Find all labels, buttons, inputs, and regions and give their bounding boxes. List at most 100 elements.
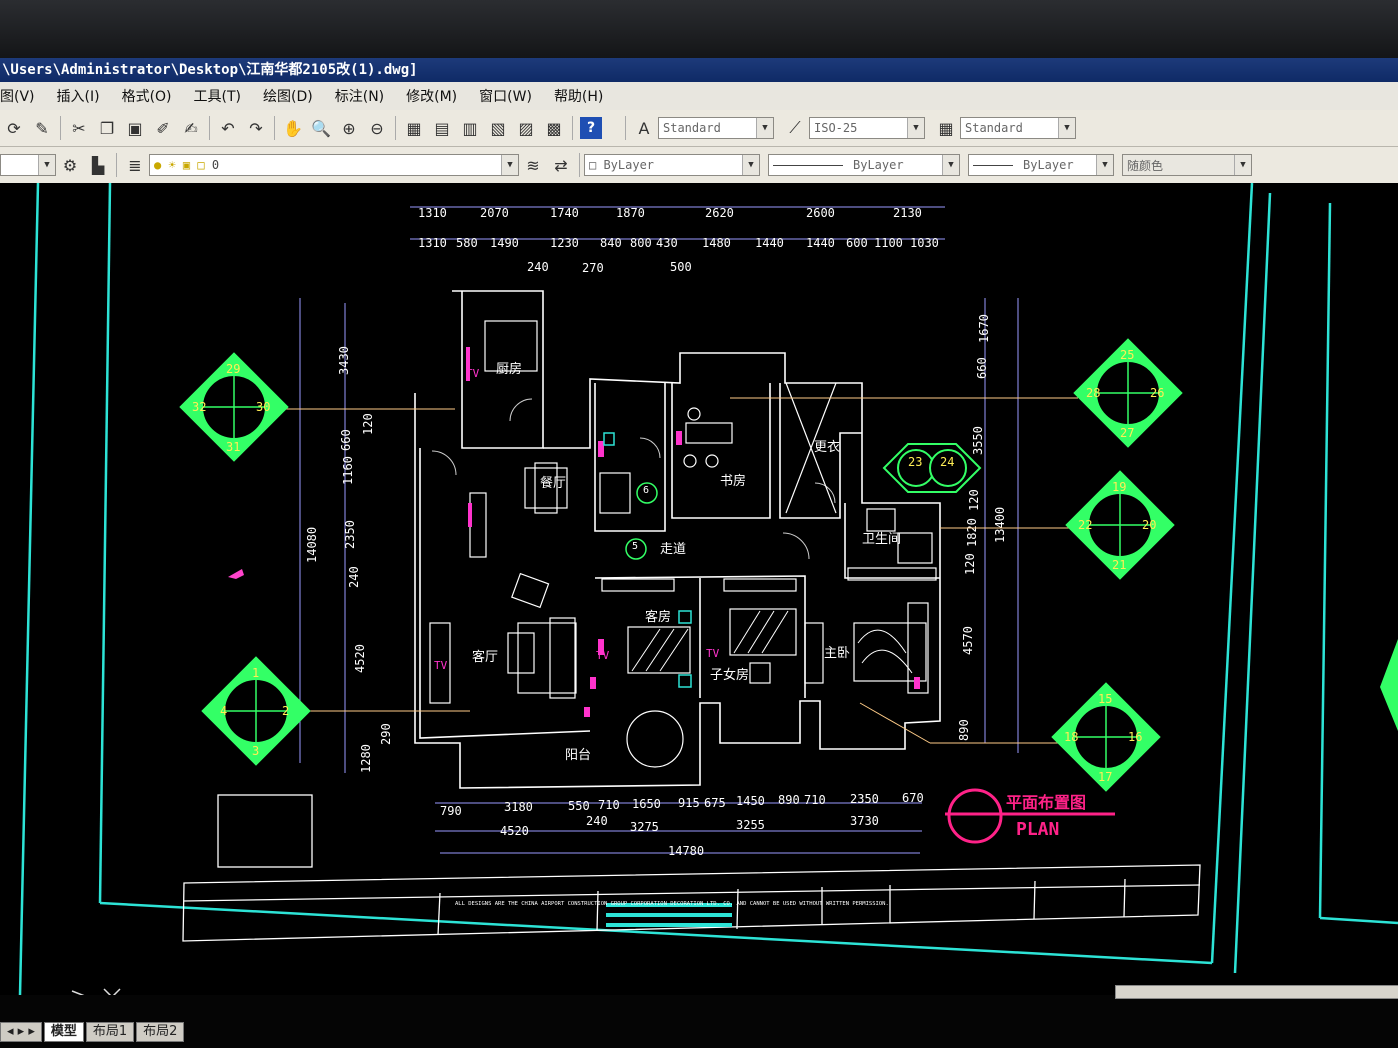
layer-previous-icon[interactable]: ▙ — [87, 154, 109, 176]
zoom-realtime-icon[interactable]: 🔍 — [310, 117, 332, 139]
color-select[interactable]: □ ByLayer ▼ — [584, 154, 760, 176]
dim-text: 2130 — [893, 206, 922, 220]
linetype-select[interactable]: ByLayer ▼ — [768, 154, 960, 176]
dim-text: 240 — [347, 566, 361, 588]
copy-icon[interactable]: ❐ — [96, 117, 118, 139]
status-area — [0, 995, 1398, 1048]
dim-text: 4520 — [353, 644, 367, 673]
dim-text: 1280 — [359, 744, 373, 773]
layer-previous2-icon[interactable]: ⇄ — [550, 154, 572, 176]
menu-bar: 图(V) 插入(I) 格式(O) 工具(T) 绘图(D) 标注(N) 修改(M)… — [0, 82, 1398, 110]
dim-text: 800 — [630, 236, 652, 250]
table-style-select[interactable]: Standard ▼ — [960, 117, 1076, 139]
layer-select[interactable]: ● ☀ ▣ □ 0 ▼ — [149, 154, 519, 176]
tv-label: TV — [434, 659, 448, 672]
dim-text: 2350 — [850, 792, 879, 806]
svg-text:29: 29 — [226, 362, 240, 376]
horizontal-scrollbar[interactable] — [1115, 985, 1398, 999]
publish-icon[interactable]: ⟳ — [3, 117, 25, 139]
table-style-icon: ▦ — [938, 118, 954, 138]
dim-text: 550 — [568, 799, 590, 813]
menu-format[interactable]: 格式(O) — [122, 86, 172, 106]
menu-window[interactable]: 窗口(W) — [479, 86, 532, 106]
zoom-window-icon[interactable]: ⊕ — [338, 117, 360, 139]
dim-text: 710 — [598, 798, 620, 812]
dim-text: 3255 — [736, 818, 765, 832]
tool-palettes-icon[interactable]: ▥ — [459, 117, 481, 139]
undo-icon[interactable]: ↶ — [217, 117, 239, 139]
svg-text:17: 17 — [1098, 770, 1112, 784]
dim-text: 790 — [440, 804, 462, 818]
menu-dimension[interactable]: 标注(N) — [335, 86, 384, 106]
layout-tabs: ◂ ▸ ▸ 模型 布局1 布局2 — [0, 1018, 186, 1042]
plotstyle-select[interactable]: 随颜色 ▼ — [1122, 154, 1252, 176]
design-center-icon[interactable]: ▤ — [431, 117, 453, 139]
dim-text: 3550 — [971, 426, 985, 455]
workspace-select[interactable]: ▼ — [0, 154, 56, 176]
dim-text: 1030 — [910, 236, 939, 250]
tab-model[interactable]: 模型 — [43, 1022, 84, 1042]
elevation-marker: 15 18 16 17 — [1051, 682, 1161, 792]
tab-nav-arrows[interactable]: ◂ ▸ ▸ — [0, 1022, 42, 1042]
dim-text: 2070 — [480, 206, 509, 220]
svg-text:26: 26 — [1150, 386, 1164, 400]
pan-icon[interactable]: ✋ — [282, 117, 304, 139]
dim-text: 4520 — [500, 824, 529, 838]
elevation-marker-partial — [1380, 639, 1398, 731]
key-plan-frame — [217, 794, 313, 868]
markup-icon[interactable]: ▨ — [515, 117, 537, 139]
layer-manager-icon[interactable]: ≣ — [124, 154, 146, 176]
redo-icon[interactable]: ↷ — [245, 117, 267, 139]
north-symbol — [228, 569, 244, 579]
match-properties-icon[interactable]: ✐ — [152, 117, 174, 139]
floor-plan-drawing: ALL DESIGNS ARE THE CHINA AIRPORT CONSTR… — [0, 182, 1398, 1006]
tab-layout1[interactable]: 布局1 — [85, 1022, 135, 1042]
svg-text:19: 19 — [1112, 480, 1126, 494]
tv-label: TV — [706, 647, 720, 660]
menu-tools[interactable]: 工具(T) — [194, 86, 241, 106]
dim-style-select[interactable]: ISO-25 ▼ — [809, 117, 925, 139]
plan-title-cn: 平面布置图 — [1006, 793, 1086, 812]
dim-text: 120 — [963, 553, 977, 575]
menu-view[interactable]: 图(V) — [0, 86, 35, 106]
monitor-bezel — [0, 0, 1398, 58]
elevation-marker: 23 24 — [882, 443, 982, 493]
titleblock-note: ALL DESIGNS ARE THE CHINA AIRPORT CONSTR… — [455, 901, 889, 907]
paste-icon[interactable]: ▣ — [124, 117, 146, 139]
dim-text: 3430 — [337, 346, 351, 375]
properties-icon[interactable]: ▦ — [403, 117, 425, 139]
make-current-icon[interactable]: ≋ — [522, 154, 544, 176]
help-icon[interactable]: ? — [580, 117, 602, 139]
dim-text: 290 — [379, 723, 393, 745]
dim-text: 14780 — [668, 844, 704, 858]
menu-insert[interactable]: 插入(I) — [57, 86, 100, 106]
cut-icon[interactable]: ✂ — [68, 117, 90, 139]
dim-text: 1650 — [632, 797, 661, 811]
layer-state-icon[interactable]: ⚙ — [59, 154, 81, 176]
menu-help[interactable]: 帮助(H) — [554, 86, 603, 106]
plot-preview-icon[interactable]: ✎ — [31, 117, 53, 139]
dim-text: 240 — [527, 260, 549, 274]
drawing-canvas[interactable]: ALL DESIGNS ARE THE CHINA AIRPORT CONSTR… — [0, 182, 1398, 1006]
svg-text:16: 16 — [1128, 730, 1142, 744]
layers-toolbar: ▼ ⚙ ▙ ≣ ● ☀ ▣ □ 0 ▼ ≋ ⇄ □ ByLayer ▼ ByLaye… — [0, 147, 1398, 184]
dim-text: 13400 — [993, 507, 1007, 543]
zoom-previous-icon[interactable]: ⊖ — [366, 117, 388, 139]
window-title: \Users\Administrator\Desktop\江南华都2105改(1… — [0, 58, 1398, 82]
menu-draw[interactable]: 绘图(D) — [263, 86, 313, 106]
tab-layout2[interactable]: 布局2 — [136, 1022, 185, 1042]
calculator-icon[interactable]: ▩ — [543, 117, 565, 139]
text-style-select[interactable]: Standard ▼ — [658, 117, 774, 139]
lineweight-select[interactable]: ByLayer ▼ — [968, 154, 1114, 176]
dim-text: 14080 — [305, 527, 319, 563]
svg-text:4: 4 — [220, 704, 227, 718]
svg-text:2: 2 — [282, 704, 289, 718]
dim-text: 430 — [656, 236, 678, 250]
room-label: 客房 — [645, 609, 671, 625]
elevation-marker: 1 4 2 3 — [201, 656, 311, 766]
svg-text:27: 27 — [1120, 426, 1134, 440]
brush-icon[interactable]: ✍ — [180, 117, 202, 139]
dim-text: 1160 — [341, 456, 355, 485]
sheet-set-icon[interactable]: ▧ — [487, 117, 509, 139]
menu-modify[interactable]: 修改(M) — [406, 86, 457, 106]
